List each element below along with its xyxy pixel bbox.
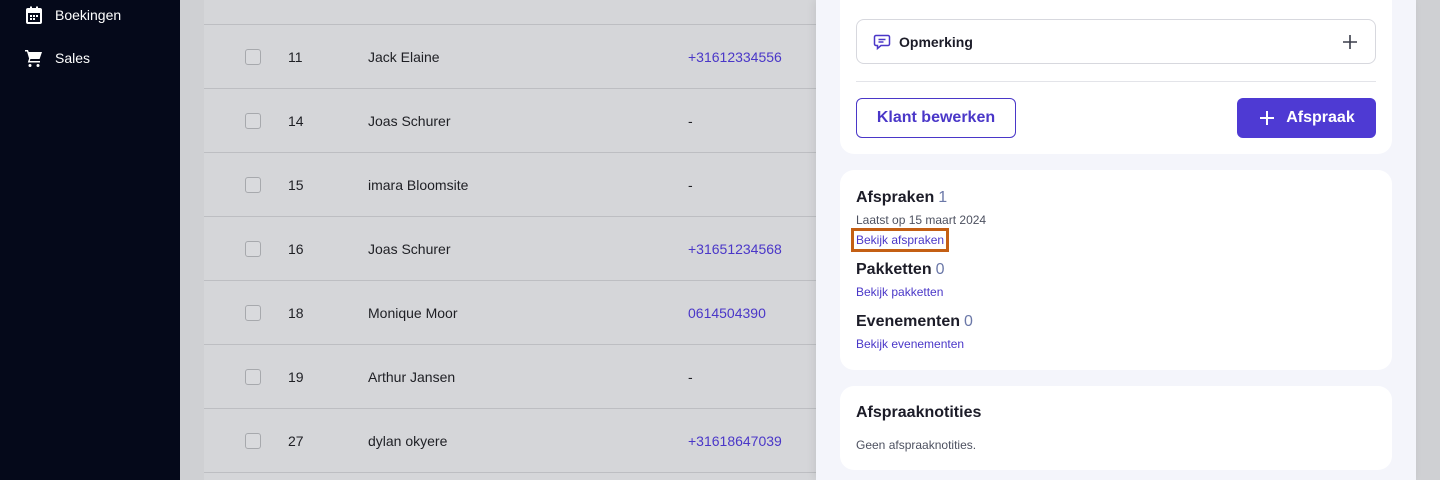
row-name: Arthur Jansen — [368, 368, 456, 385]
row-name: dylan okyere — [368, 432, 448, 449]
row-name: Monique Moor — [368, 304, 458, 321]
row-id: 14 — [288, 112, 304, 129]
row-checkbox[interactable] — [245, 176, 261, 193]
row-id: 27 — [288, 432, 304, 449]
view-packages-link[interactable]: Bekijk pakketten — [856, 285, 943, 299]
cart-icon — [25, 50, 42, 67]
row-checkbox[interactable] — [245, 240, 261, 257]
row-id: 15 — [288, 176, 304, 193]
divider — [856, 81, 1376, 82]
sidebar: Boekingen Sales — [0, 0, 180, 480]
comment-icon — [873, 34, 891, 50]
sidebar-item-sales[interactable]: Sales — [24, 48, 90, 68]
events-count: 0 — [964, 313, 973, 330]
row-phone: - — [688, 368, 693, 385]
events-title-text: Evenementen — [856, 313, 961, 330]
row-phone: - — [688, 112, 693, 129]
events-title: Evenementen 0 — [856, 313, 973, 331]
appointments-title-text: Afspraken — [856, 189, 935, 206]
table-row-partial — [204, 0, 840, 25]
table-row[interactable]: 11 Jack Elaine +31612334556 — [204, 25, 840, 89]
sidebar-item-label: Sales — [55, 50, 91, 66]
row-phone[interactable]: +31651234568 — [688, 241, 782, 257]
appointments-count: 1 — [938, 189, 948, 206]
table-row[interactable]: 19 Arthur Jansen - — [204, 345, 840, 409]
packages-title: Pakketten 0 — [856, 261, 945, 279]
appointments-last-date: Laatst op 15 maart 2024 — [856, 213, 987, 227]
row-phone[interactable]: 0614504390 — [688, 305, 766, 321]
notes-empty-message: Geen afspraaknotities. — [856, 438, 977, 452]
row-checkbox[interactable] — [245, 112, 261, 129]
row-checkbox[interactable] — [245, 48, 261, 65]
notes-title: Afspraaknotities — [856, 404, 982, 421]
table-row[interactable]: 16 Joas Schurer +31651234568 — [204, 217, 840, 281]
row-phone[interactable]: +31612334556 — [688, 49, 782, 65]
row-name: Joas Schurer — [368, 240, 451, 257]
appointments-title: Afspraken 1 — [856, 189, 947, 207]
packages-title-text: Pakketten — [856, 261, 932, 278]
row-name: Jack Elaine — [368, 48, 440, 65]
row-id: 11 — [288, 48, 303, 65]
sidebar-item-boekingen[interactable]: Boekingen — [24, 5, 121, 25]
appointment-notes-card: Afspraaknotities Geen afspraaknotities. — [840, 386, 1392, 470]
row-name: Joas Schurer — [368, 112, 451, 129]
table-row[interactable]: 15 imara Bloomsite - — [204, 153, 840, 217]
row-name: imara Bloomsite — [368, 176, 469, 193]
table-row[interactable]: 14 Joas Schurer - — [204, 89, 840, 153]
plus-icon[interactable] — [1341, 33, 1359, 51]
view-appointments-link[interactable]: Bekijk afspraken — [850, 228, 950, 252]
customer-actions-card: Opmerking Klant bewerken Afspraak — [840, 0, 1392, 154]
customer-drawer: Opmerking Klant bewerken Afspraak Afspra… — [816, 0, 1416, 480]
add-appointment-label: Afspraak — [1286, 109, 1355, 126]
remark-label: Opmerking — [899, 33, 973, 50]
edit-customer-button[interactable]: Klant bewerken — [856, 98, 1016, 138]
row-phone: - — [688, 176, 693, 193]
row-checkbox[interactable] — [245, 304, 261, 321]
row-checkbox[interactable] — [245, 368, 261, 385]
table-row[interactable]: 18 Monique Moor 0614504390 — [204, 281, 840, 345]
remark-field[interactable]: Opmerking — [856, 19, 1376, 64]
row-id: 19 — [288, 368, 304, 385]
calendar-icon — [26, 6, 42, 24]
row-phone[interactable]: +31618647039 — [688, 433, 782, 449]
plus-icon — [1260, 111, 1275, 125]
add-appointment-button[interactable]: Afspraak — [1237, 98, 1376, 138]
packages-count: 0 — [935, 261, 945, 278]
table-row[interactable]: 27 dylan okyere +31618647039 — [204, 409, 840, 473]
view-events-link[interactable]: Bekijk evenementen — [856, 337, 964, 351]
row-checkbox[interactable] — [245, 432, 261, 449]
row-id: 16 — [288, 240, 304, 257]
customer-stats-card: Afspraken 1 Laatst op 15 maart 2024 Bekij… — [840, 170, 1392, 370]
sidebar-item-label: Boekingen — [55, 7, 122, 23]
row-id: 18 — [288, 304, 304, 321]
